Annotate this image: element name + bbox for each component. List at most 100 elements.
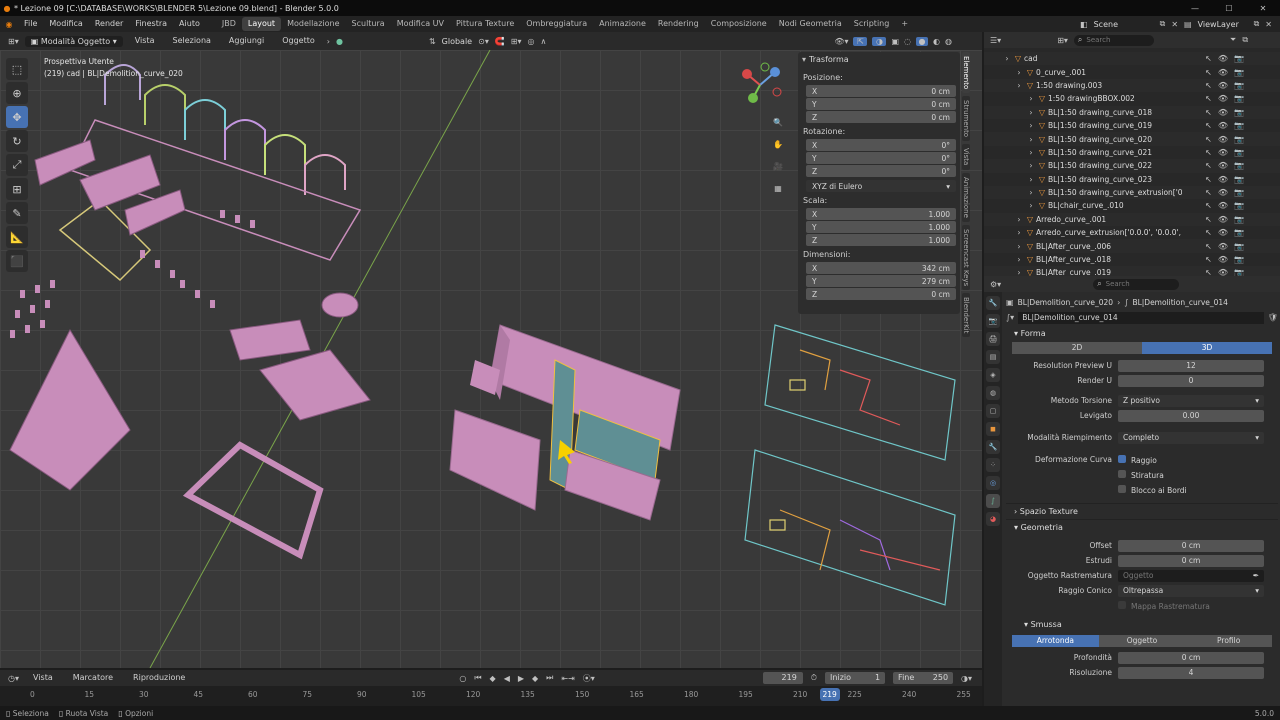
viewlayer-icon[interactable]: ▤	[1184, 20, 1192, 29]
select-toggle-icon[interactable]: ↖	[1205, 201, 1212, 210]
overlay-icon[interactable]: ◑	[872, 36, 887, 46]
menu-help[interactable]: Aiuto	[173, 16, 206, 32]
smooth-field[interactable]: 0.00	[1118, 409, 1264, 422]
tab-workspace-8[interactable]: Rendering	[652, 17, 705, 31]
eyedropper-icon[interactable]: ✒	[1253, 571, 1259, 580]
render-camera-icon[interactable]: 📷	[1234, 175, 1244, 184]
tab-workspace-0[interactable]: JBD	[216, 17, 242, 31]
wireframe-shading-icon[interactable]: ◌	[904, 37, 911, 46]
select-toggle-icon[interactable]: ↖	[1205, 188, 1212, 197]
tab-workspace-7[interactable]: Animazione	[593, 17, 652, 31]
expand-arrow-icon[interactable]: ›	[1014, 215, 1024, 224]
expand-arrow-icon[interactable]: ›	[1014, 255, 1024, 264]
outliner-row[interactable]: › ▽ BL|1:50 drawing_curve_021 ↖ 👁 📷	[984, 146, 1280, 159]
outliner-row[interactable]: › ▽ Arredo_curve_extrusion['0.0.0', '0.0.0…	[984, 226, 1280, 239]
jump-start-icon[interactable]: ⏮	[474, 673, 481, 683]
visibility-eye-icon[interactable]: 👁	[1218, 81, 1228, 90]
bevel-object-button[interactable]: Oggetto	[1098, 635, 1186, 647]
menu-render[interactable]: Render	[89, 16, 129, 32]
expand-arrow-icon[interactable]: ›	[1026, 121, 1036, 130]
rotate-tool-icon[interactable]: ↻	[6, 130, 28, 152]
select-toggle-icon[interactable]: ↖	[1205, 94, 1212, 103]
timeline-menu-playback[interactable]: Riproduzione	[127, 670, 191, 686]
timeline-menu-view[interactable]: Vista	[27, 670, 59, 686]
xray-icon[interactable]: ▣	[891, 37, 899, 46]
tab-workspace-6[interactable]: Ombreggiatura	[520, 17, 593, 31]
menu-file[interactable]: File	[18, 16, 43, 32]
select-box-tool-icon[interactable]: ⬚	[6, 58, 28, 80]
measure-tool-icon[interactable]: 📐	[6, 226, 28, 248]
solid-shading-icon[interactable]: ●	[916, 36, 929, 46]
select-toggle-icon[interactable]: ↖	[1205, 54, 1212, 63]
extrude-field[interactable]: 0 cm	[1118, 554, 1264, 567]
scene-tab-icon[interactable]: ◈	[986, 368, 1000, 382]
new-viewlayer-icon[interactable]: ⧉	[1254, 19, 1260, 29]
material-tab-icon[interactable]: ◕	[986, 512, 1000, 526]
properties-search[interactable]: ⌕ Search	[1093, 278, 1180, 290]
navigation-gizmo[interactable]	[735, 62, 785, 108]
visibility-eye-icon[interactable]: 👁	[1218, 148, 1228, 157]
camera-view-icon[interactable]: 🎥	[768, 156, 788, 178]
curve-data-icon[interactable]: ∫▾	[1006, 313, 1014, 322]
bevel-depth-field[interactable]: 0 cm	[1118, 651, 1264, 664]
properties-editor-icon[interactable]: ⚙▾	[990, 280, 1001, 289]
tab-workspace-5[interactable]: Pittura Texture	[450, 17, 520, 31]
render-camera-icon[interactable]: 📷	[1234, 68, 1244, 77]
expand-arrow-icon[interactable]: ›	[1026, 201, 1036, 210]
collapse-arrow-icon[interactable]: ▾	[802, 55, 806, 64]
visibility-eye-icon[interactable]: 👁	[1218, 255, 1228, 264]
outliner-row[interactable]: › ▽ BL|1:50 drawing_curve_018 ↖ 👁 📷	[984, 105, 1280, 119]
rotation-y-field[interactable]: Y 0°	[806, 152, 956, 164]
viewport-menu-view[interactable]: Vista	[129, 33, 161, 49]
outliner-row[interactable]: › ▽ BL|1:50 drawing_curve_023 ↖ 👁 📷	[984, 173, 1280, 186]
new-collection-icon[interactable]: ⧉	[1242, 35, 1248, 45]
render-camera-icon[interactable]: 📷	[1234, 121, 1244, 130]
visibility-eye-icon[interactable]: 👁	[1218, 242, 1228, 251]
scene-selector[interactable]: Scene	[1094, 20, 1154, 29]
offset-field[interactable]: 0 cm	[1118, 539, 1264, 552]
render-camera-icon[interactable]: 📷	[1234, 215, 1244, 224]
expand-arrow-icon[interactable]: ›	[1026, 108, 1036, 117]
tab-workspace-10[interactable]: Nodi Geometria	[773, 17, 848, 31]
tab-blenderkit[interactable]: BlenderKit	[962, 292, 970, 338]
fill-mode-dropdown[interactable]: Completo ▾	[1118, 431, 1264, 444]
expand-arrow-icon[interactable]: ›	[1026, 94, 1036, 103]
cursor-tool-icon[interactable]: ⊕	[6, 82, 28, 104]
physics-tab-icon[interactable]: ◎	[986, 476, 1000, 490]
taper-radius-dropdown[interactable]: Oltrepassa ▾	[1118, 584, 1264, 597]
render-u-field[interactable]: 0	[1118, 374, 1264, 387]
location-z-field[interactable]: Z 0 cm	[806, 111, 956, 123]
expand-arrow-icon[interactable]: ›	[1026, 188, 1036, 197]
tab-animation[interactable]: Animazione	[962, 172, 970, 222]
expand-arrow-icon[interactable]: ›	[1026, 148, 1036, 157]
dimensions-x-field[interactable]: X 342 cm	[806, 262, 956, 274]
proportional-edit-icon[interactable]: ◎	[528, 37, 535, 46]
tab-workspace-11[interactable]: Scripting	[848, 17, 896, 31]
snap-target-icon[interactable]: ⊞▾	[511, 37, 522, 46]
resolution-preview-field[interactable]: 12	[1118, 359, 1264, 372]
ortho-grid-icon[interactable]: ▦	[768, 178, 788, 200]
orientation-dropdown[interactable]: Globale	[442, 37, 472, 46]
map-taper-checkbox[interactable]: Mappa Rastrematura	[1118, 600, 1278, 611]
menu-edit[interactable]: Modifica	[43, 16, 88, 32]
world-tab-icon[interactable]: ◍	[986, 386, 1000, 400]
visibility-eye-icon[interactable]: 👁	[1218, 161, 1228, 170]
visibility-eye-icon[interactable]: 👁	[1218, 68, 1228, 77]
timeline-editor-icon[interactable]: ◷▾	[8, 674, 19, 683]
viewport-menu-select[interactable]: Seleziona	[166, 33, 216, 49]
filter-icon[interactable]: ⏷	[1230, 35, 1236, 45]
annotate-tool-icon[interactable]: ✎	[6, 202, 28, 224]
expand-arrow-icon[interactable]: ›	[1014, 242, 1024, 251]
sync-icon[interactable]: ◑▾	[961, 674, 972, 683]
tab-view[interactable]: Vista	[962, 144, 970, 170]
bevel-section-header[interactable]: ▾ Smussa	[1006, 616, 1278, 632]
viewport-menu-add[interactable]: Aggiungi	[223, 33, 270, 49]
tab-tool[interactable]: Strumento	[962, 96, 970, 142]
particles-tab-icon[interactable]: ⁘	[986, 458, 1000, 472]
timeline-ruler[interactable]: 0 15 30 45 60 75 90 105 120 135 150 165 180 195 210 225…	[0, 686, 982, 706]
curve-data-tab-icon[interactable]: ∫	[986, 494, 1000, 508]
object-mode-dropdown[interactable]: ▣ Modalità Oggetto ▾	[24, 35, 123, 47]
tab-screencast-keys[interactable]: Screencast Keys	[962, 224, 970, 290]
render-camera-icon[interactable]: 📷	[1234, 255, 1244, 264]
editor-type-icon[interactable]: ⊞▾	[8, 37, 19, 46]
